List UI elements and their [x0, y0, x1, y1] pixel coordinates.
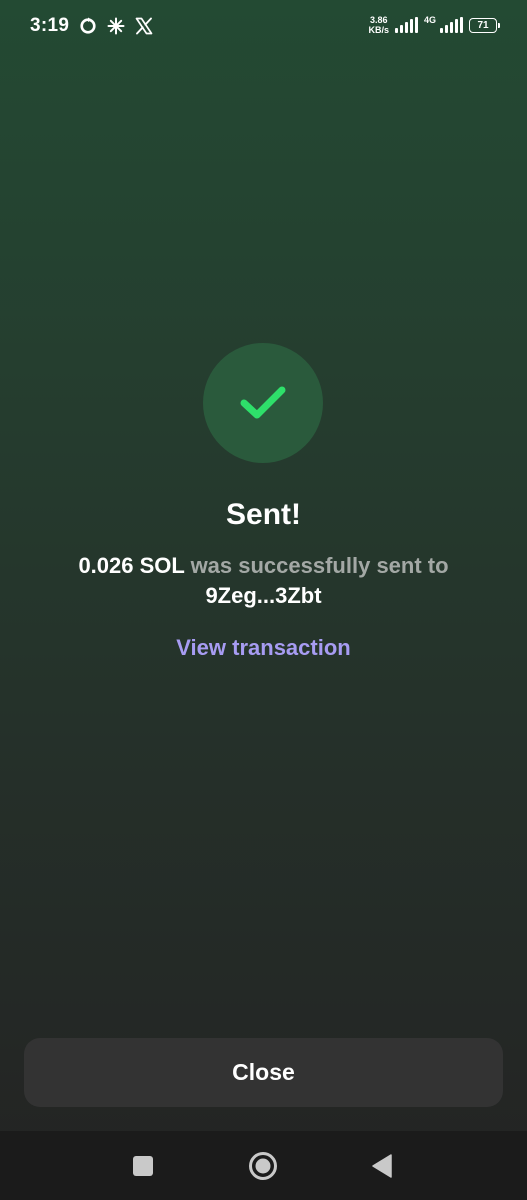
status-notification-icons	[78, 16, 154, 36]
network-speed-value: 3.86	[369, 15, 388, 25]
battery-icon: 71	[469, 17, 500, 33]
status-system-icons: 3.86 KB/s 4G 71	[368, 15, 500, 35]
navigation-bar	[0, 1131, 527, 1200]
success-title: Sent!	[226, 498, 301, 531]
sent-amount: 0.026 SOL	[78, 553, 185, 578]
view-transaction-link[interactable]: View transaction	[0, 635, 527, 661]
pinwheel-icon	[106, 16, 126, 36]
success-indicator	[203, 343, 323, 463]
status-time: 3:19	[30, 15, 70, 36]
close-button[interactable]: Close	[24, 1038, 503, 1107]
network-type: 4G	[423, 15, 436, 25]
message-text: was successfully sent to	[190, 553, 449, 578]
home-button[interactable]	[248, 1151, 278, 1181]
battery-level: 71	[477, 19, 489, 31]
status-bar: 3:19 3.86 KB/s 4G 71	[0, 0, 527, 58]
x-logo-icon	[134, 16, 154, 36]
success-message: 0.026 SOL was successfully sent to 9Zeg.…	[40, 551, 487, 611]
back-button[interactable]	[367, 1151, 397, 1181]
recents-button[interactable]	[128, 1151, 158, 1181]
network-speed-unit: KB/s	[368, 25, 389, 35]
checkmark-icon	[240, 386, 286, 419]
signal-strength-icon	[394, 17, 418, 33]
signal-strength-icon-2	[440, 17, 463, 33]
recipient-address: 9Zeg...3Zbt	[205, 583, 322, 608]
home-circle-icon	[249, 1152, 277, 1180]
back-triangle-icon	[372, 1154, 392, 1178]
sync-icon	[78, 16, 98, 36]
recents-square-icon	[133, 1156, 153, 1176]
network-speed: 3.86 KB/s	[368, 15, 389, 35]
